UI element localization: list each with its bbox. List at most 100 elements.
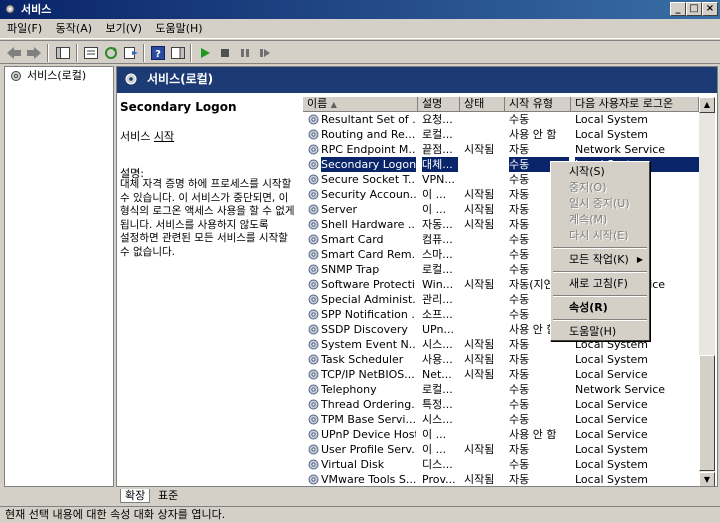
- cell-name: Task Scheduler: [321, 353, 404, 366]
- cell-status: 시작됨: [464, 143, 495, 156]
- minimize-button[interactable]: _: [670, 2, 686, 16]
- service-gear-icon: [308, 384, 319, 395]
- restart-service-button[interactable]: [256, 44, 274, 62]
- table-row[interactable]: VMware Tools S... Prov... 시작됨 자동 Local Syste…: [303, 472, 699, 486]
- cell-name: Telephony: [321, 383, 377, 396]
- start-service-button[interactable]: [196, 44, 214, 62]
- cell-name: UPnP Device Host: [321, 428, 416, 441]
- vertical-scrollbar[interactable]: ▲ ▼: [699, 97, 715, 486]
- help-icon: ?: [151, 46, 165, 60]
- menu-file[interactable]: 파일(F): [7, 22, 42, 35]
- cell-desc: 로컬...: [422, 263, 453, 276]
- table-row[interactable]: Telephony 로컬... 수동 Network Service: [303, 382, 699, 397]
- cell-logon: Local Service: [575, 368, 648, 381]
- context-menu-item-refresh[interactable]: 새로 고침(F): [553, 276, 647, 292]
- service-gear-icon: [308, 414, 319, 425]
- service-gear-icon: [308, 249, 319, 260]
- cell-status: 시작됨: [464, 353, 495, 366]
- table-row[interactable]: Thread Ordering... 특정... 수동 Local Service: [303, 397, 699, 412]
- context-menu-item-start[interactable]: 시작(S): [553, 164, 647, 180]
- column-header-logon-as[interactable]: 다음 사용자로 로그온: [571, 97, 699, 112]
- maximize-button[interactable]: □: [686, 2, 702, 16]
- cell-desc: 시스...: [422, 338, 453, 351]
- scroll-down-button[interactable]: ▼: [699, 472, 715, 486]
- service-gear-icon: [308, 474, 319, 485]
- context-menu-item-label: 시작(S): [569, 165, 605, 178]
- cell-desc: 대체...: [422, 157, 458, 172]
- table-row[interactable]: Resultant Set of ... 요청... 수동 Local System: [303, 112, 699, 127]
- cell-name: SNMP Trap: [321, 263, 380, 276]
- properties-icon: [84, 47, 98, 59]
- service-gear-icon: [308, 129, 319, 140]
- cell-desc: 로컬...: [422, 383, 453, 396]
- service-gear-icon: [308, 219, 319, 230]
- service-gear-icon: [308, 399, 319, 410]
- show-hide-console-tree-button[interactable]: [54, 44, 72, 62]
- forward-arrow-icon: [27, 47, 41, 59]
- cell-status: 시작됨: [464, 278, 495, 291]
- table-row[interactable]: Routing and Re... 로컬... 사용 안 함 Local System: [303, 127, 699, 142]
- cell-name: Software Protecti...: [321, 278, 416, 291]
- properties-button[interactable]: [82, 44, 100, 62]
- menu-view[interactable]: 보기(V): [106, 22, 142, 35]
- pause-service-button[interactable]: [236, 44, 254, 62]
- table-row[interactable]: TCP/IP NetBIOS... Net... 시작됨 자동 Local Servic…: [303, 367, 699, 382]
- refresh-button[interactable]: [102, 44, 120, 62]
- context-menu-item-resume[interactable]: 계속(M): [553, 212, 647, 228]
- column-header-startup-type[interactable]: 시작 유형: [505, 97, 571, 112]
- context-menu: 시작(S) 중지(O) 일시 중지(U) 계속(M) 다시 시작(E) 모든 작업(K) ▶…: [550, 161, 650, 341]
- cell-desc: 이 ...: [422, 203, 447, 216]
- context-menu-item-pause[interactable]: 일시 중지(U): [553, 196, 647, 212]
- service-gear-icon: [308, 309, 319, 320]
- cell-name: Server: [321, 203, 358, 216]
- service-gear-icon: [308, 204, 319, 215]
- service-gear-icon: [308, 429, 319, 440]
- scroll-up-button[interactable]: ▲: [699, 97, 715, 113]
- cell-name: SPP Notification ...: [321, 308, 416, 321]
- cell-status: 시작됨: [464, 338, 495, 351]
- scroll-thumb[interactable]: [699, 355, 715, 471]
- show-hide-action-pane-button[interactable]: [169, 44, 187, 62]
- context-menu-item-stop[interactable]: 중지(O): [553, 180, 647, 196]
- context-menu-item-properties[interactable]: 속성(R): [553, 300, 647, 316]
- service-gear-icon: [308, 324, 319, 335]
- column-header-status[interactable]: 상태: [460, 97, 505, 112]
- menu-action[interactable]: 동작(A): [56, 22, 92, 35]
- cell-logon: Local System: [575, 458, 649, 471]
- cell-name: TPM Base Servi...: [321, 413, 416, 426]
- cell-status: 시작됨: [464, 218, 495, 231]
- back-arrow-icon: [7, 47, 21, 59]
- tab-extended[interactable]: 확장: [120, 489, 151, 503]
- cell-startup: 수동: [509, 398, 530, 411]
- close-button[interactable]: ×: [702, 2, 718, 16]
- service-gear-icon: [308, 369, 319, 380]
- cell-desc: 이 ...: [422, 188, 447, 201]
- context-menu-item-restart[interactable]: 다시 시작(E): [553, 228, 647, 244]
- menu-help[interactable]: 도움말(H): [155, 22, 202, 35]
- cell-logon: Network Service: [575, 143, 666, 156]
- table-row[interactable]: Task Scheduler 사용... 시작됨 자동 Local System: [303, 352, 699, 367]
- start-service-link[interactable]: 시작: [154, 130, 174, 143]
- stop-service-button[interactable]: [216, 44, 234, 62]
- table-row[interactable]: User Profile Serv... 이 ... 시작됨 자동 Local Syst…: [303, 442, 699, 457]
- back-button[interactable]: [5, 44, 23, 62]
- table-row[interactable]: Virtual Disk 디스... 수동 Local System: [303, 457, 699, 472]
- column-header-name[interactable]: 이름 ▲: [303, 97, 418, 112]
- title-bar: 서비스 _ □ ×: [0, 0, 720, 19]
- service-gear-icon: [308, 354, 319, 365]
- help-button[interactable]: ?: [149, 44, 167, 62]
- sort-ascending-icon: ▲: [330, 100, 337, 109]
- column-header-description[interactable]: 설명: [418, 97, 460, 112]
- context-menu-item-label: 도움말(H): [569, 325, 617, 338]
- tab-standard[interactable]: 표준: [154, 489, 182, 503]
- table-row[interactable]: UPnP Device Host 이 ... 사용 안 함 Local Service: [303, 427, 699, 442]
- cell-logon: Network Service: [575, 383, 666, 396]
- context-menu-item-help[interactable]: 도움말(H): [553, 324, 647, 340]
- forward-button[interactable]: [25, 44, 43, 62]
- tree-node-services-local[interactable]: 서비스(로컬): [9, 68, 86, 84]
- table-row[interactable]: RPC Endpoint M... 끝점... 시작됨 자동 Network Servi…: [303, 142, 699, 157]
- toolbar-separator: [190, 44, 192, 62]
- export-list-button[interactable]: [122, 44, 140, 62]
- table-row[interactable]: TPM Base Servi... 시스... 수동 Local Service: [303, 412, 699, 427]
- context-menu-item-all-tasks[interactable]: 모든 작업(K) ▶: [553, 252, 647, 268]
